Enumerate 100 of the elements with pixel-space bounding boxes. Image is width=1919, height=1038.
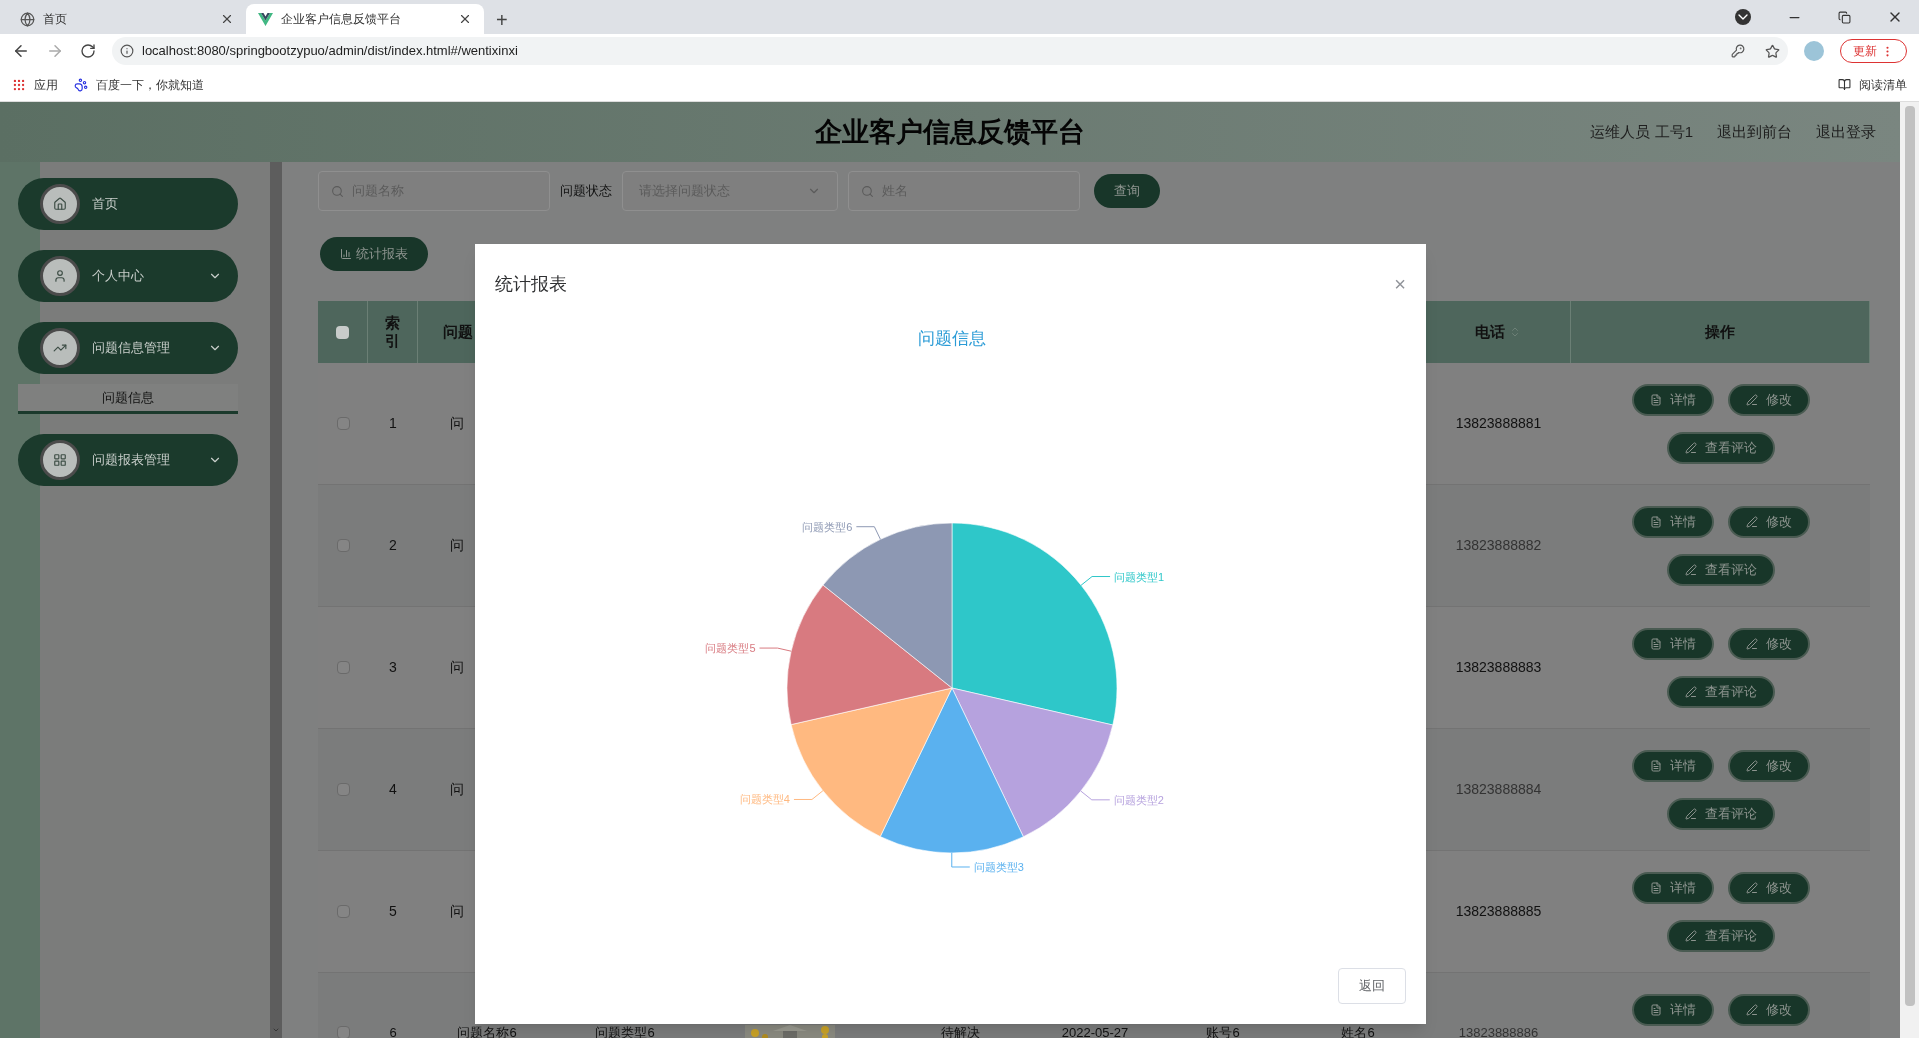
header-link[interactable]: 退出到前台 bbox=[1717, 120, 1792, 144]
table-cell-text: 13823888885 bbox=[1455, 902, 1542, 921]
details-button[interactable]: 详情 bbox=[1631, 506, 1714, 538]
pencil-icon bbox=[1684, 808, 1697, 820]
site-info-icon[interactable] bbox=[120, 44, 134, 58]
table-cell-text: 问 bbox=[450, 658, 464, 677]
table-cell-text: 13823888881 bbox=[1455, 414, 1542, 433]
row-checkbox[interactable] bbox=[336, 1026, 350, 1038]
pie-slice[interactable] bbox=[879, 687, 1024, 853]
table-cell-text: 5 bbox=[389, 902, 397, 921]
restore-icon[interactable] bbox=[1838, 10, 1851, 24]
new-tab-button[interactable]: + bbox=[496, 10, 508, 30]
sidebar-menu-item[interactable]: 问题报表管理 bbox=[18, 434, 238, 486]
page-scrollbar[interactable] bbox=[1900, 102, 1919, 1038]
row-checkbox[interactable] bbox=[336, 905, 350, 918]
select-all-checkbox[interactable] bbox=[336, 325, 349, 339]
comments-button[interactable]: 查看评论 bbox=[1666, 920, 1775, 952]
bookmark-star-icon[interactable] bbox=[1765, 43, 1780, 59]
sidebar-menu-item[interactable]: 首页 bbox=[18, 178, 238, 230]
pie-slice[interactable] bbox=[786, 584, 953, 725]
apps-grid-icon bbox=[12, 77, 26, 92]
edit-button[interactable]: 修改 bbox=[1727, 994, 1810, 1026]
table-cell: 2022-05-27 bbox=[1061, 1026, 1129, 1038]
table-cell-text: 问 bbox=[450, 414, 464, 433]
row-checkbox[interactable] bbox=[336, 417, 350, 430]
leader-line bbox=[759, 647, 792, 652]
leader-line bbox=[1080, 790, 1111, 801]
bookmark-link[interactable]: 百度一下，你就知道 bbox=[74, 75, 204, 94]
sidebar-menu-item[interactable]: 个人中心 bbox=[18, 250, 238, 302]
table-cell: 账号6 bbox=[1206, 1026, 1240, 1038]
row-checkbox[interactable] bbox=[336, 783, 350, 796]
user-icon bbox=[53, 269, 67, 283]
comments-button[interactable]: 查看评论 bbox=[1666, 798, 1775, 830]
table-cell-text: 4 bbox=[389, 780, 397, 799]
table-cell: 问题名称6 bbox=[457, 1026, 517, 1038]
sidebar-menu-item[interactable]: 问题信息管理 bbox=[18, 322, 238, 374]
table-cell-text: 13823888884 bbox=[1455, 780, 1542, 799]
report-button[interactable]: 统计报表 bbox=[320, 237, 428, 271]
bar-chart-icon bbox=[340, 248, 352, 260]
edit-button[interactable]: 修改 bbox=[1727, 506, 1810, 538]
key-icon[interactable] bbox=[1731, 44, 1745, 58]
reload-icon[interactable] bbox=[80, 43, 96, 59]
forward-icon[interactable] bbox=[46, 42, 64, 60]
close-button[interactable]: × bbox=[1394, 274, 1406, 294]
pie-slice[interactable] bbox=[951, 687, 1114, 838]
comments-button[interactable]: 查看评论 bbox=[1666, 432, 1775, 464]
row-checkbox[interactable] bbox=[336, 661, 350, 674]
document-icon bbox=[1649, 638, 1662, 650]
back-button[interactable]: 返回 bbox=[1338, 968, 1406, 1004]
bookmark-link[interactable]: 应用 bbox=[12, 75, 58, 94]
edit-button[interactable]: 修改 bbox=[1727, 628, 1810, 660]
address-bar[interactable]: localhost:8080/springbootzypuo/admin/dist/index.html#/wentixinxi bbox=[112, 37, 1788, 65]
details-button[interactable]: 详情 bbox=[1631, 628, 1714, 660]
query-button[interactable]: 查询 bbox=[1094, 174, 1160, 208]
table-cell: 6 bbox=[389, 1026, 397, 1038]
pencil-icon bbox=[1745, 760, 1758, 772]
sort-icon[interactable] bbox=[1509, 326, 1521, 338]
table-cell-text: 问 bbox=[450, 902, 464, 921]
pencil-icon bbox=[1745, 1004, 1758, 1016]
table-cell-text: 3 bbox=[389, 658, 397, 677]
table-cell: 待解决 bbox=[940, 1026, 980, 1038]
back-icon[interactable] bbox=[12, 42, 30, 60]
header-link[interactable]: 退出登录 bbox=[1816, 120, 1876, 144]
pie-slice[interactable] bbox=[790, 687, 953, 837]
header-link[interactable]: 运维人员 工号1 bbox=[1590, 120, 1693, 144]
edit-button[interactable]: 修改 bbox=[1727, 384, 1810, 416]
grid-icon bbox=[53, 453, 67, 467]
table-cell-text: 问 bbox=[450, 536, 464, 555]
leader-line bbox=[793, 790, 824, 800]
reading-list-link[interactable]: 阅读清单 bbox=[1838, 75, 1907, 94]
comments-button[interactable]: 查看评论 bbox=[1666, 554, 1775, 586]
scroll-down-icon[interactable] bbox=[272, 1026, 280, 1034]
edit-button[interactable]: 修改 bbox=[1727, 872, 1810, 904]
details-button[interactable]: 详情 bbox=[1631, 872, 1714, 904]
chart-title: 问题信息 bbox=[918, 329, 986, 348]
details-button[interactable]: 详情 bbox=[1631, 384, 1714, 416]
pencil-icon bbox=[1745, 882, 1758, 894]
paw-icon bbox=[74, 77, 88, 92]
pencil-icon bbox=[1684, 930, 1697, 942]
details-button[interactable]: 详情 bbox=[1631, 994, 1714, 1026]
tab-search-icon[interactable] bbox=[1735, 9, 1751, 25]
edit-button[interactable]: 修改 bbox=[1727, 750, 1810, 782]
sidebar-scrollbar[interactable] bbox=[270, 162, 282, 1038]
field-label: 问题状态 bbox=[560, 182, 612, 201]
close-tab-icon[interactable] bbox=[220, 12, 234, 26]
comments-button[interactable]: 查看评论 bbox=[1666, 676, 1775, 708]
document-icon bbox=[1649, 760, 1662, 772]
profile-avatar[interactable] bbox=[1804, 41, 1824, 61]
submenu-item[interactable]: 问题信息 bbox=[18, 384, 238, 414]
search-icon bbox=[861, 184, 874, 198]
slice-label: 问题类型1 bbox=[1114, 570, 1165, 583]
table-cell-text: 13823888883 bbox=[1455, 658, 1542, 677]
row-checkbox[interactable] bbox=[336, 539, 350, 552]
slice-label: 问题类型6 bbox=[802, 520, 853, 533]
table-cell: 问题类型6 bbox=[595, 1026, 655, 1038]
browser-tab[interactable]: 企业客户信息反馈平台 bbox=[246, 4, 484, 34]
pencil-icon bbox=[1745, 516, 1758, 528]
close-tab-icon[interactable] bbox=[458, 12, 472, 26]
details-button[interactable]: 详情 bbox=[1631, 750, 1714, 782]
document-icon bbox=[1649, 1004, 1662, 1016]
